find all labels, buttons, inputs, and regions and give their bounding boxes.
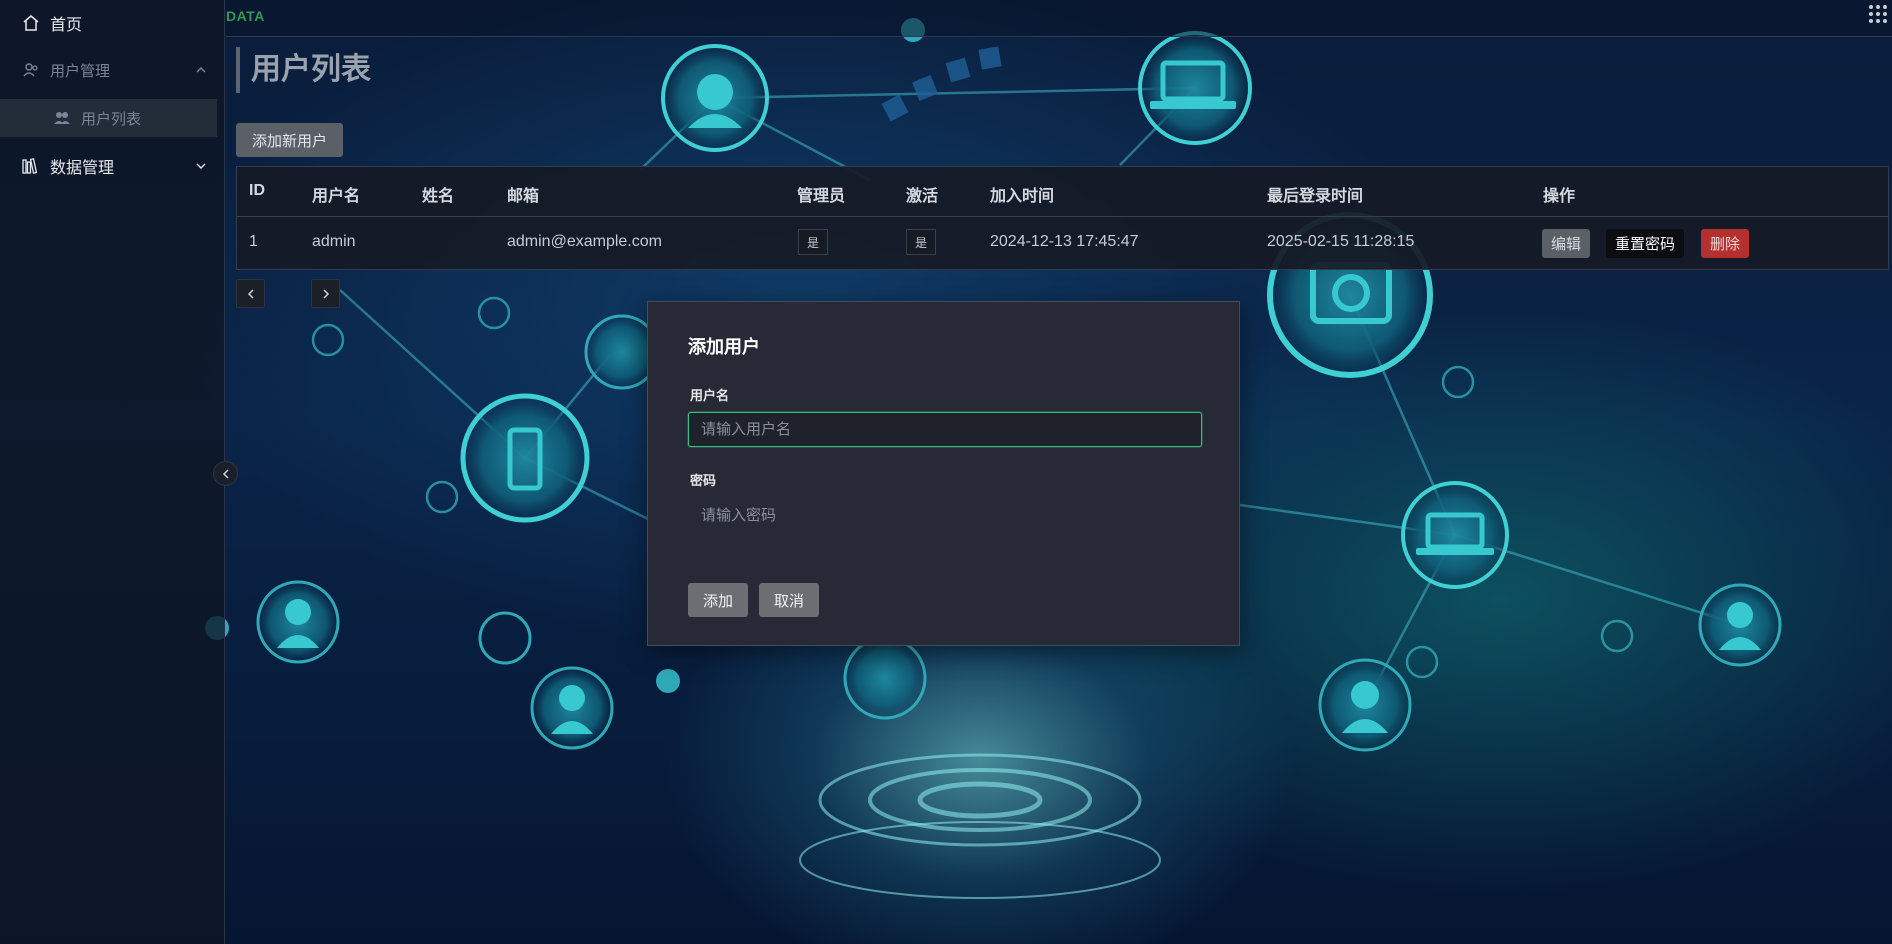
chevron-up-icon <box>196 67 206 73</box>
column-header-joined: 加入时间 <box>990 188 1055 205</box>
cell-last-login: 2025-02-15 11:28:15 <box>1267 233 1415 250</box>
sidebar-item-user-list[interactable]: 用户列表 <box>0 99 217 137</box>
column-header-email: 邮箱 <box>507 188 540 205</box>
top-bar: DATA <box>226 0 1892 37</box>
username-input[interactable] <box>688 412 1202 447</box>
brand-logo: DATA <box>226 8 265 24</box>
chevron-right-icon <box>322 288 329 299</box>
cell-id: 1 <box>249 233 258 250</box>
password-label: 密码 <box>690 473 717 488</box>
column-header-name: 姓名 <box>422 188 455 205</box>
chevron-down-icon <box>196 163 206 169</box>
home-icon <box>21 13 41 33</box>
sidebar: 首页 用户管理 用户列表 数据管理 <box>0 0 225 944</box>
column-header-actions: 操作 <box>1543 188 1576 205</box>
user-table: ID 用户名 姓名 邮箱 管理员 激活 加入时间 最后登录时间 操作 1 adm… <box>236 166 1889 270</box>
apps-grid-icon[interactable] <box>1868 4 1888 24</box>
sidebar-item-data-management[interactable]: 数据管理 <box>0 143 225 189</box>
column-header-id: ID <box>249 182 265 199</box>
submit-add-button[interactable]: 添加 <box>688 583 748 617</box>
column-header-username: 用户名 <box>312 188 361 205</box>
sidebar-item-label: 数据管理 <box>50 160 115 177</box>
password-input[interactable] <box>688 498 1202 533</box>
delete-button[interactable]: 删除 <box>1701 229 1750 258</box>
cell-email: admin@example.com <box>507 233 662 250</box>
cell-joined: 2024-12-13 17:45:47 <box>990 233 1139 250</box>
sidebar-item-label: 首页 <box>50 17 83 34</box>
sidebar-item-label: 用户管理 <box>50 62 111 80</box>
books-icon <box>21 156 41 176</box>
add-new-user-button[interactable]: 添加新用户 <box>236 123 343 157</box>
sidebar-collapse-button[interactable] <box>213 461 238 486</box>
sidebar-item-home[interactable]: 首页 <box>0 0 225 46</box>
dialog-title: 添加用户 <box>688 337 760 357</box>
reset-password-button[interactable]: 重置密码 <box>1606 229 1685 258</box>
active-badge: 是 <box>906 229 936 255</box>
page-title: 用户列表 <box>236 47 371 93</box>
users-icon <box>21 60 41 80</box>
table-header: ID 用户名 姓名 邮箱 管理员 激活 加入时间 最后登录时间 操作 <box>237 167 1888 217</box>
cancel-button[interactable]: 取消 <box>759 583 819 617</box>
column-header-active: 激活 <box>906 188 939 205</box>
edit-button[interactable]: 编辑 <box>1542 229 1591 258</box>
admin-badge: 是 <box>798 229 828 255</box>
column-header-admin: 管理员 <box>797 188 846 205</box>
chevron-left-icon <box>222 468 229 479</box>
user-group-icon <box>52 108 72 128</box>
username-label: 用户名 <box>690 388 730 403</box>
cell-username: admin <box>312 233 356 250</box>
add-user-dialog: 添加用户 用户名 密码 添加 取消 <box>647 301 1240 646</box>
chevron-left-icon <box>247 288 254 299</box>
sidebar-item-user-management[interactable]: 用户管理 <box>0 47 225 93</box>
sidebar-item-label: 用户列表 <box>81 110 142 128</box>
next-page-button[interactable] <box>311 279 340 308</box>
column-header-last-login: 最后登录时间 <box>1267 188 1364 205</box>
prev-page-button[interactable] <box>236 279 265 308</box>
